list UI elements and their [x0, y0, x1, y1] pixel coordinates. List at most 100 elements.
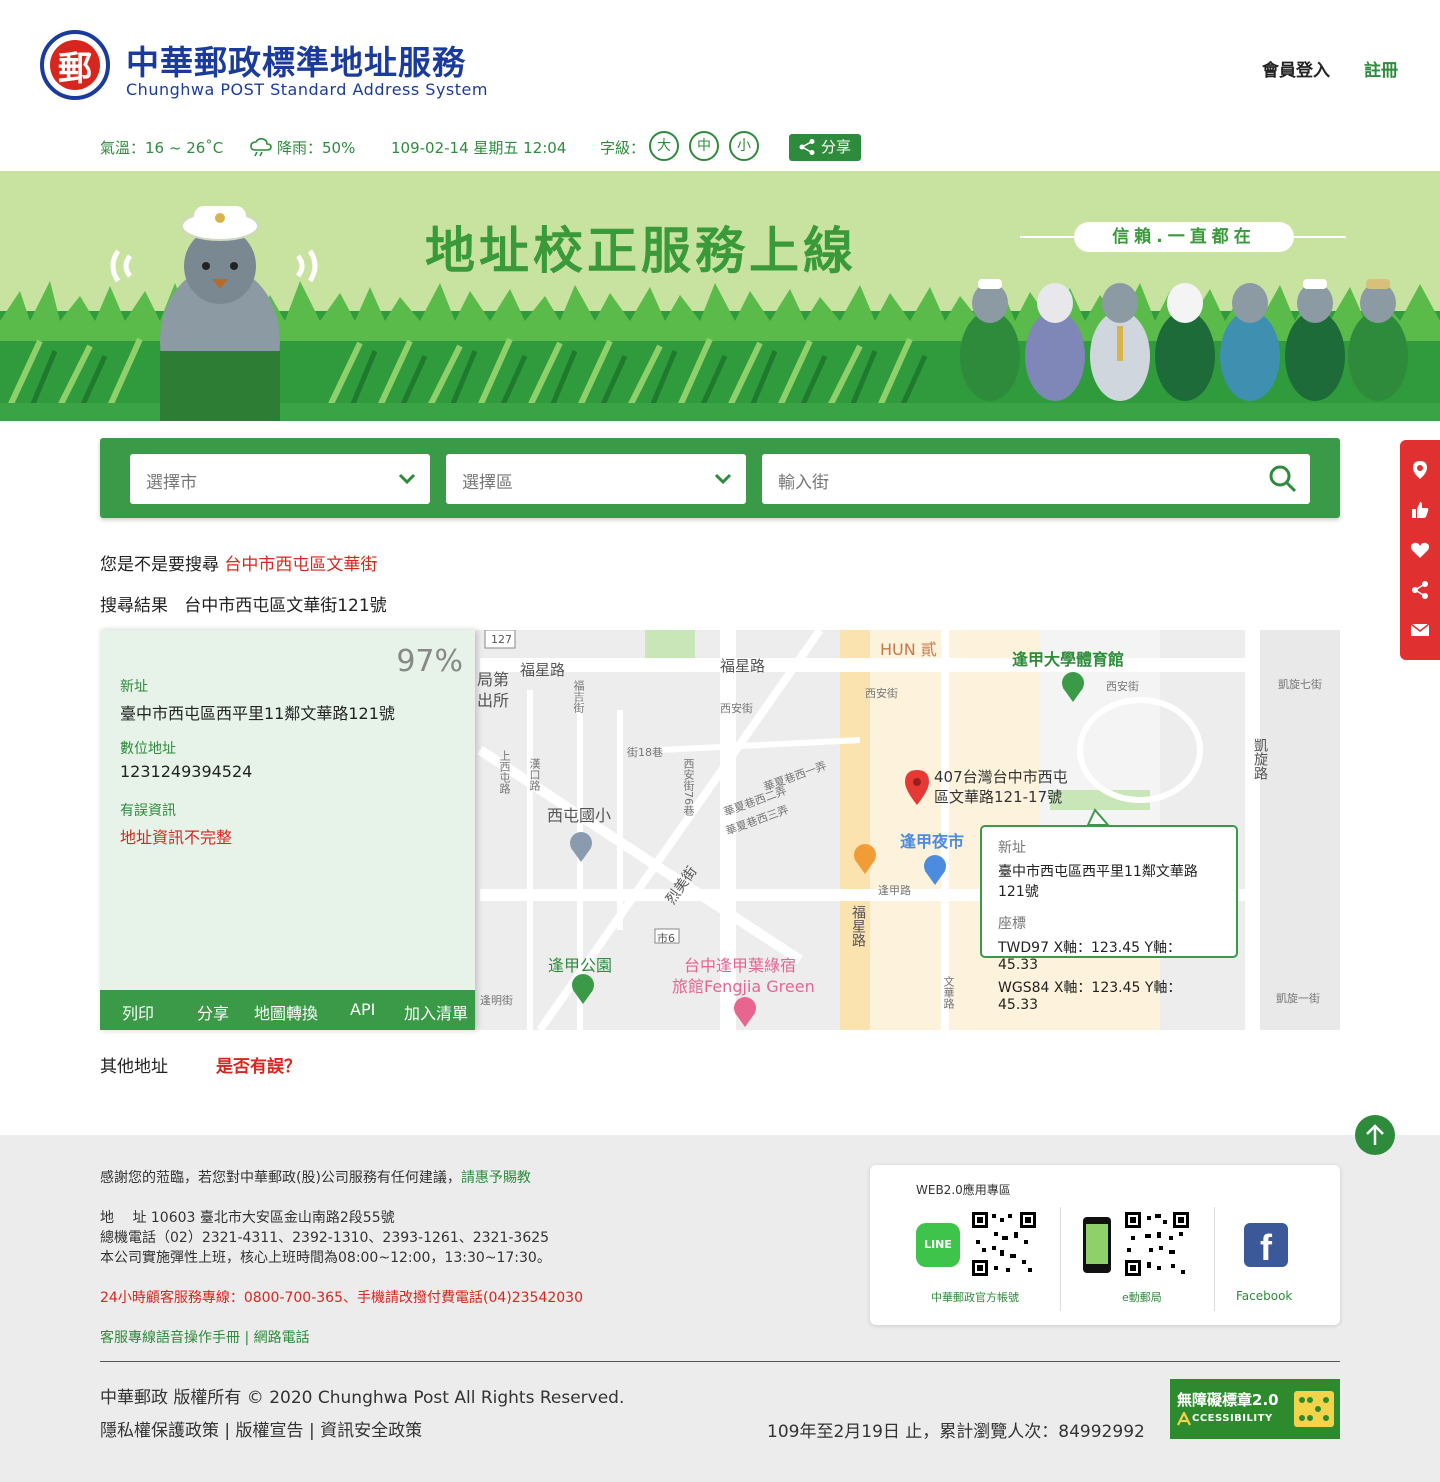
rain-text: 降雨：50%: [277, 139, 356, 157]
print-button[interactable]: 列印: [122, 1000, 154, 1024]
street-input[interactable]: 輸入街: [762, 454, 1310, 504]
report-error-link[interactable]: 是否有誤？: [216, 1052, 301, 1077]
banner-title: 地址校正服務上線: [425, 222, 857, 280]
thumbs-up-icon[interactable]: [1410, 500, 1430, 520]
map-label: 旅館Fengjia Green: [672, 977, 815, 996]
font-small-button[interactable]: 小: [729, 131, 759, 161]
web20-apps-box: WEB2.0應用專區 LINE 中華郵政官方帳號 e動郵局 f Facebook: [870, 1165, 1340, 1325]
map-label: 區文華路121-17號: [934, 788, 1063, 806]
footer-thanks: 感謝您的蒞臨，若您對中華郵政(股)公司服務有任何建議，請惠予賜教: [100, 1167, 531, 1187]
datetime-text: 109-02-14 星期五 12:04: [391, 139, 567, 157]
city-select-value: 選擇市: [146, 473, 197, 493]
location-pin-icon[interactable]: [1410, 460, 1430, 480]
heart-icon[interactable]: [1410, 540, 1430, 560]
promo-banner[interactable]: 地址校正服務上線 信賴.一直都在: [0, 171, 1440, 421]
map-label: 西屯國小: [547, 806, 612, 825]
site-title[interactable]: 中華郵政標準地址服務: [126, 36, 466, 84]
share-button[interactable]: 分享: [197, 1000, 229, 1024]
share-button[interactable]: 分享: [789, 134, 861, 161]
mobile-app-icon[interactable]: [1083, 1217, 1111, 1273]
popup-new-address-label: 新址: [998, 840, 1026, 856]
e-post-caption[interactable]: e動郵局: [1122, 1289, 1162, 1305]
logo-mark: 郵: [50, 40, 100, 90]
copyright-text: 中華郵政 版權所有 © 2020 Chunghwa Post All Right…: [100, 1388, 625, 1408]
floating-share-sidebar: [1400, 440, 1440, 660]
map-label: HUN 貳: [880, 640, 937, 659]
visit-counter: 109年至2月19日 止，累計瀏覽人次：84992992: [767, 1422, 1145, 1442]
map-convert-button[interactable]: 地圖轉換: [254, 1000, 318, 1024]
badge-title: 無障礙標章2.0: [1177, 1391, 1279, 1409]
map-label: 上西屯路: [498, 750, 511, 794]
map-label: 出所: [477, 691, 510, 710]
braille-icon: [1294, 1391, 1334, 1427]
line-icon-text: LINE: [924, 1238, 952, 1251]
facebook-caption[interactable]: Facebook: [1236, 1289, 1292, 1303]
map-label: 逢甲公園: [548, 956, 613, 975]
error-info-label: 有誤資訊: [120, 803, 176, 819]
map-label: 西安街: [865, 687, 898, 700]
map-label: 街18巷: [627, 746, 663, 759]
back-to-top-button[interactable]: [1355, 1115, 1395, 1155]
address-info-panel: 97% 新址 臺中市西屯區西平里11鄰文華路121號 數位地址 12312493…: [100, 630, 475, 1030]
map-label: 407台灣台中市西屯: [934, 768, 1068, 786]
banner-slogan: 信賴.一直都在: [1074, 222, 1294, 252]
web20-title: WEB2.0應用專區: [916, 1183, 1011, 1197]
city-select[interactable]: 選擇市: [130, 454, 430, 504]
map-label: 逢甲夜市: [900, 832, 965, 851]
did-you-mean-link[interactable]: 台中市西屯區文華街: [224, 555, 377, 575]
popup-twd97: TWD97 X軸：123.45 Y軸：45.33: [998, 940, 1182, 973]
map-label: 凱旋一街: [1276, 992, 1320, 1005]
temperature-text: 氣溫：16 ~ 26˚C: [100, 139, 224, 157]
line-qr-code: [970, 1210, 1038, 1278]
footer-manual-links[interactable]: 客服專線語音操作手冊 | 網路電話: [100, 1327, 310, 1347]
accessibility-a-icon: [1177, 1412, 1191, 1426]
chunghwa-post-logo[interactable]: 郵: [40, 30, 110, 100]
mail-icon[interactable]: [1410, 620, 1430, 640]
site-subtitle: Chunghwa POST Standard Address System: [126, 80, 488, 99]
policy-links[interactable]: 隱私權保護政策 | 版權宣告 | 資訊安全政策: [100, 1416, 422, 1441]
map-label: 文華路: [942, 976, 955, 1009]
map-label: 福星路: [850, 905, 866, 947]
street-input-placeholder: 輸入街: [778, 473, 829, 493]
line-caption[interactable]: 中華郵政官方帳號: [931, 1289, 1019, 1305]
map-label: 逢甲大學體育館: [1012, 650, 1125, 669]
popup-coord-label: 座標: [998, 916, 1026, 932]
address-action-bar: 列印 分享 地圖轉換 API 加入清單: [100, 990, 475, 1030]
badge-subtitle: CCESSIBILITY: [1192, 1413, 1273, 1424]
map-label: 西安街76巷: [682, 758, 695, 816]
font-large-button[interactable]: 大: [649, 131, 679, 161]
share-icon[interactable]: [1410, 580, 1430, 600]
district-select-value: 選擇區: [462, 473, 513, 493]
api-button[interactable]: API: [350, 1000, 375, 1019]
footer-divider: [100, 1361, 1340, 1362]
feedback-link[interactable]: 請惠予賜教: [461, 1170, 531, 1186]
digital-address-label: 數位地址: [120, 741, 176, 757]
new-address-value: 臺中市西屯區西平里11鄰文華路121號: [120, 704, 395, 723]
map-label: 西安街: [1106, 680, 1139, 693]
site-header: 郵 中華郵政標準地址服務 Chunghwa POST Standard Addr…: [0, 0, 1440, 120]
line-icon[interactable]: LINE: [916, 1223, 960, 1267]
search-icon[interactable]: [1268, 464, 1298, 494]
footer-phone: 總機電話（02）2321-4311、2392-1310、2393-1261、23…: [100, 1230, 550, 1246]
font-medium-button[interactable]: 中: [689, 131, 719, 161]
district-select[interactable]: 選擇區: [446, 454, 746, 504]
register-link[interactable]: 註冊: [1364, 56, 1398, 81]
divider: [1214, 1207, 1215, 1311]
error-info-value: 地址資訊不完整: [120, 828, 233, 847]
did-you-mean-label: 您是不是要搜尋: [100, 555, 219, 575]
did-you-mean: 您是不是要搜尋 台中市西屯區文華街: [100, 550, 377, 575]
map-label: 市6: [657, 932, 675, 945]
add-to-list-button[interactable]: 加入清單: [404, 1000, 468, 1024]
new-address-label: 新址: [120, 679, 148, 695]
footer-hours: 本公司實施彈性上班，核心上班時間為08:00~12:00，13:30~17:30…: [100, 1250, 551, 1266]
accessibility-badge[interactable]: 無障礙標章2.0 CCESSIBILITY: [1170, 1379, 1340, 1439]
search-result-label: 搜尋結果: [100, 596, 168, 616]
search-result-line: 搜尋結果 台中市西屯區文華街121號: [100, 591, 387, 616]
slogan-line-right: [1294, 236, 1346, 238]
share-label: 分享: [821, 138, 852, 156]
footer-address: 地 址 10603 臺北市大安區金山南路2段55號: [100, 1210, 395, 1226]
arrow-up-icon: [1366, 1124, 1384, 1145]
facebook-icon[interactable]: f: [1244, 1223, 1288, 1268]
site-footer: 感謝您的蒞臨，若您對中華郵政(股)公司服務有任何建議，請惠予賜教 地 址 106…: [0, 1135, 1440, 1482]
login-link[interactable]: 會員登入: [1262, 56, 1330, 81]
